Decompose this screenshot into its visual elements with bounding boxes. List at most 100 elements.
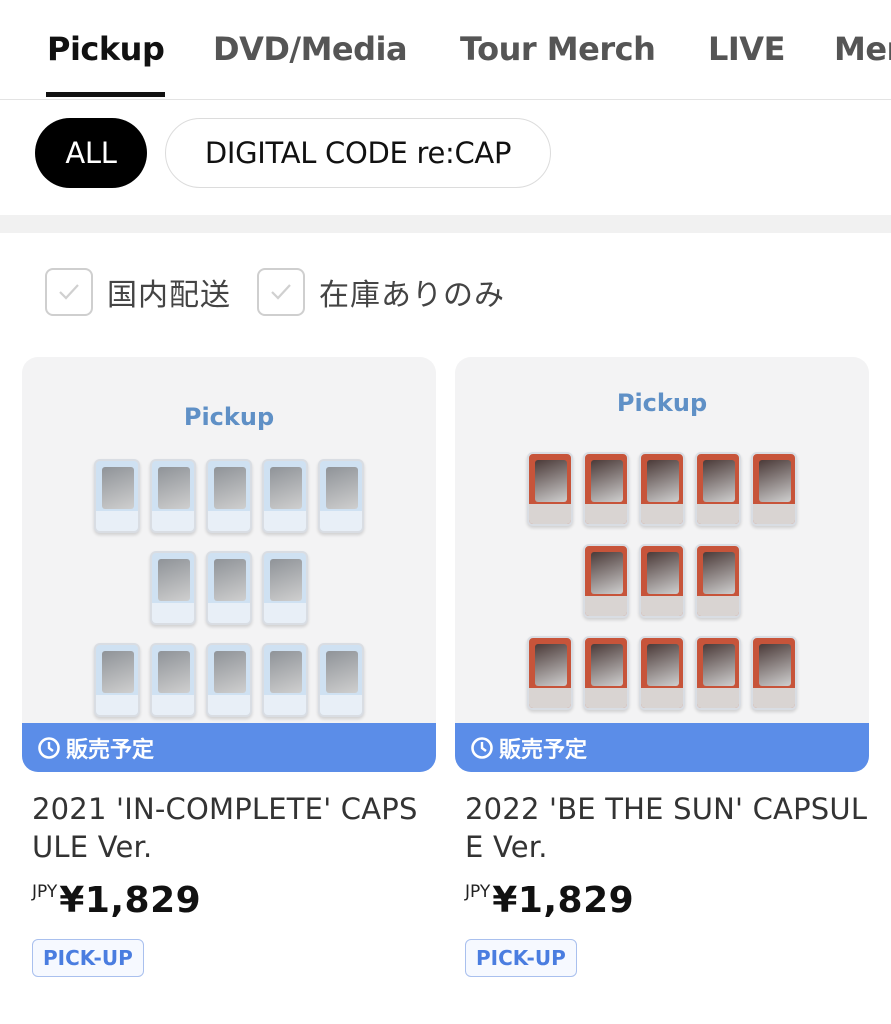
capsule-thumbnail bbox=[150, 551, 196, 625]
capsule-photo bbox=[158, 651, 190, 693]
capsule-thumbnail bbox=[751, 452, 797, 526]
capsule-label-strip bbox=[320, 511, 362, 531]
capsule-label-strip bbox=[96, 511, 138, 531]
capsule-row bbox=[455, 636, 869, 710]
capsule-thumbnail bbox=[318, 643, 364, 717]
capsule-thumbnail bbox=[639, 636, 685, 710]
capsule-thumbnail bbox=[527, 452, 573, 526]
product-card[interactable]: Pickup 販売予定 2022 'BE THE SUN' CAPSULE Ve… bbox=[455, 357, 869, 977]
product-image[interactable]: Pickup 販売予定 bbox=[455, 357, 869, 772]
tab-pickup[interactable]: Pickup bbox=[47, 30, 165, 68]
price-row: JPY ¥1,829 bbox=[22, 880, 436, 921]
product-name[interactable]: 2022 'BE THE SUN' CAPSULE Ver. bbox=[455, 790, 869, 866]
capsule-label-strip bbox=[529, 688, 571, 708]
capsule-photo bbox=[591, 552, 623, 594]
pickup-badge: PICK-UP bbox=[32, 939, 144, 977]
capsule-label-strip bbox=[641, 688, 683, 708]
capsule-row bbox=[22, 643, 436, 717]
product-price: ¥1,829 bbox=[59, 880, 202, 921]
filter-label-domestic-shipping: 国内配送 bbox=[107, 278, 231, 313]
capsule-thumbnail bbox=[695, 452, 741, 526]
capsule-photo bbox=[102, 651, 134, 693]
capsule-thumbnail bbox=[206, 551, 252, 625]
checkbox-in-stock[interactable] bbox=[257, 268, 305, 316]
capsule-label-strip bbox=[697, 688, 739, 708]
tab-tour-merch[interactable]: Tour Merch bbox=[460, 30, 656, 68]
capsule-label-strip bbox=[208, 511, 250, 531]
sale-status-text: 販売予定 bbox=[499, 737, 588, 763]
capsule-row bbox=[22, 459, 436, 533]
capsule-photo bbox=[326, 467, 358, 509]
capsule-label-strip bbox=[264, 511, 306, 531]
capsule-photo bbox=[535, 644, 567, 686]
price-row: JPY ¥1,829 bbox=[455, 880, 869, 921]
capsule-label-strip bbox=[208, 603, 250, 623]
capsule-photo bbox=[102, 467, 134, 509]
capsule-thumbnail bbox=[262, 459, 308, 533]
capsule-thumbnail bbox=[206, 643, 252, 717]
sale-status-text: 販売予定 bbox=[66, 737, 155, 763]
capsule-photo bbox=[591, 460, 623, 502]
capsule-photo bbox=[270, 467, 302, 509]
capsule-thumbnail bbox=[695, 636, 741, 710]
active-tab-indicator bbox=[46, 92, 165, 97]
capsule-thumbnail bbox=[583, 452, 629, 526]
capsule-photo bbox=[270, 559, 302, 601]
filter-row: 国内配送 在庫ありのみ bbox=[45, 268, 531, 316]
product-price: ¥1,829 bbox=[492, 880, 635, 921]
capsule-thumbnail bbox=[583, 636, 629, 710]
capsule-thumbnail bbox=[751, 636, 797, 710]
capsule-label-strip bbox=[753, 504, 795, 524]
chip-all[interactable]: ALL bbox=[35, 118, 147, 188]
capsule-photo bbox=[591, 644, 623, 686]
filter-in-stock[interactable]: 在庫ありのみ bbox=[257, 268, 505, 316]
capsule-label-strip bbox=[208, 695, 250, 715]
capsule-thumbnail bbox=[583, 544, 629, 618]
capsule-label-strip bbox=[96, 695, 138, 715]
capsule-photo bbox=[759, 644, 791, 686]
capsule-thumbnail bbox=[639, 544, 685, 618]
capsule-photo bbox=[326, 651, 358, 693]
product-name[interactable]: 2021 'IN-COMPLETE' CAPSULE Ver. bbox=[22, 790, 436, 866]
capsule-label-strip bbox=[529, 504, 571, 524]
capsule-thumbnail bbox=[318, 459, 364, 533]
capsule-label-strip bbox=[320, 695, 362, 715]
capsule-photo bbox=[703, 460, 735, 502]
tab-dvd-media[interactable]: DVD/Media bbox=[213, 30, 408, 68]
product-card[interactable]: Pickup 販売予定 2021 'IN-COMPLETE' CAPSULE V… bbox=[22, 357, 436, 977]
filter-domestic-shipping[interactable]: 国内配送 bbox=[45, 268, 231, 316]
capsule-thumbnail bbox=[262, 643, 308, 717]
chip-digital-code-recap[interactable]: DIGITAL CODE re:CAP bbox=[165, 118, 551, 188]
capsule-thumbnail bbox=[150, 459, 196, 533]
capsule-photo bbox=[158, 467, 190, 509]
capsule-collage bbox=[455, 452, 869, 728]
capsule-thumbnail bbox=[527, 636, 573, 710]
capsule-thumbnail bbox=[150, 643, 196, 717]
capsule-photo bbox=[647, 460, 679, 502]
capsule-photo bbox=[214, 559, 246, 601]
capsule-label-strip bbox=[697, 596, 739, 616]
capsule-photo bbox=[158, 559, 190, 601]
capsule-thumbnail bbox=[262, 551, 308, 625]
capsule-label-strip bbox=[152, 603, 194, 623]
product-image[interactable]: Pickup 販売予定 bbox=[22, 357, 436, 772]
capsule-photo bbox=[703, 644, 735, 686]
capsule-label-strip bbox=[641, 504, 683, 524]
tab-live[interactable]: LIVE bbox=[708, 30, 785, 68]
capsule-photo bbox=[647, 552, 679, 594]
capsule-thumbnail bbox=[94, 643, 140, 717]
filter-label-in-stock: 在庫ありのみ bbox=[319, 278, 505, 313]
capsule-label-strip bbox=[264, 603, 306, 623]
currency-label: JPY bbox=[465, 882, 491, 902]
capsule-label-strip bbox=[641, 596, 683, 616]
category-tab-bar: Pickup DVD/Media Tour Merch LIVE Mer bbox=[0, 0, 891, 100]
pickup-badge: PICK-UP bbox=[465, 939, 577, 977]
capsule-label-strip bbox=[585, 596, 627, 616]
capsule-thumbnail bbox=[206, 459, 252, 533]
checkbox-domestic-shipping[interactable] bbox=[45, 268, 93, 316]
capsule-thumbnail bbox=[639, 452, 685, 526]
tab-merch-partial[interactable]: Mer bbox=[834, 30, 891, 68]
capsule-photo bbox=[214, 467, 246, 509]
capsule-label-strip bbox=[585, 504, 627, 524]
check-icon bbox=[59, 284, 79, 300]
